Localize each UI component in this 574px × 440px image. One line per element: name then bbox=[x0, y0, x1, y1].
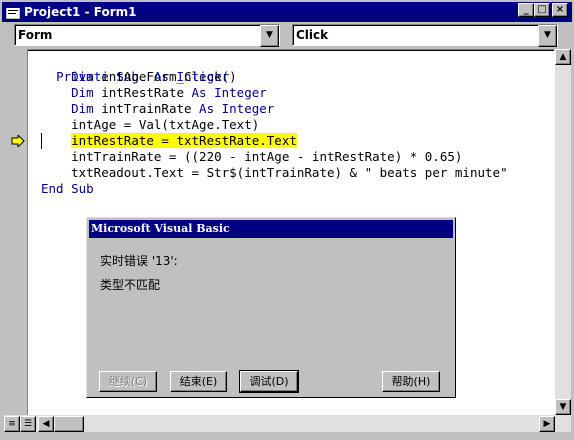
chevron-right-icon: ▶ bbox=[543, 419, 551, 429]
vertical-scrollbar[interactable] bbox=[555, 49, 571, 415]
code-line[interactable]: Dim intTrainRate As Integer bbox=[41, 101, 274, 117]
procedure-view-icon: ≡ bbox=[8, 419, 16, 429]
scroll-down-button[interactable]: ▼ bbox=[555, 399, 571, 415]
close-icon: × bbox=[555, 4, 565, 15]
procedure-combo-value: Click bbox=[296, 28, 329, 42]
keyword: As Integer bbox=[153, 69, 230, 84]
full-module-view-icon: ☰ bbox=[23, 419, 33, 429]
code-line[interactable]: End Sub bbox=[41, 181, 94, 197]
keyword: Dim bbox=[71, 69, 94, 84]
dialog-title[interactable]: Microsoft Visual Basic bbox=[89, 220, 453, 238]
chevron-down-icon[interactable]: ▼ bbox=[538, 25, 557, 47]
arrow-icon bbox=[11, 135, 25, 147]
chevron-left-icon: ◀ bbox=[42, 419, 50, 429]
keyword: End Sub bbox=[41, 181, 94, 196]
code-line[interactable]: Private Sub Form_Click() bbox=[41, 53, 237, 84]
vb-form-icon bbox=[6, 5, 20, 19]
maximize-button[interactable]: □ bbox=[534, 3, 550, 17]
error-message: 类型不匹配 bbox=[100, 278, 161, 292]
code-line-current[interactable]: intRestRate = txtRestRate.Text bbox=[41, 133, 297, 149]
help-button[interactable]: 帮助(H) bbox=[382, 371, 440, 392]
horizontal-scroll-thumb[interactable] bbox=[54, 416, 84, 432]
end-button[interactable]: 结束(E) bbox=[170, 371, 227, 392]
scroll-left-button[interactable]: ◀ bbox=[38, 416, 54, 432]
keyword: Dim bbox=[71, 101, 94, 116]
object-combo[interactable]: Form ▼ bbox=[14, 24, 280, 47]
code-line[interactable]: Dim intAge As Integer bbox=[41, 69, 229, 85]
keyword: As Integer bbox=[199, 101, 275, 116]
scroll-right-button[interactable]: ▶ bbox=[539, 416, 555, 432]
window-title: Project1 - Form1 bbox=[24, 5, 137, 19]
minimize-icon: _ bbox=[523, 4, 529, 15]
horizontal-scrollbar[interactable] bbox=[4, 415, 571, 432]
continue-button[interactable]: 继续(C) bbox=[99, 371, 157, 392]
margin-indicator-bar[interactable] bbox=[4, 49, 28, 415]
code-line[interactable]: txtReadout.Text = Str$(intTrainRate) & "… bbox=[41, 165, 508, 181]
scroll-up-button[interactable]: ▲ bbox=[555, 49, 571, 65]
chevron-down-icon: ▼ bbox=[559, 402, 567, 412]
keyword: Dim bbox=[71, 85, 94, 100]
debug-button[interactable]: 调试(D) bbox=[239, 370, 299, 393]
procedure-view-button[interactable]: ≡ bbox=[4, 416, 20, 432]
maximize-icon: □ bbox=[537, 4, 547, 15]
keyword: As Integer bbox=[191, 85, 267, 100]
error-code-text: 实时错误 '13': bbox=[100, 254, 178, 268]
procedure-combo[interactable]: Click ▼ bbox=[292, 24, 558, 47]
window-title-bar[interactable]: Project1 - Form1 bbox=[2, 2, 572, 22]
code-line[interactable]: Dim intRestRate As Integer bbox=[41, 85, 267, 101]
chevron-down-icon[interactable]: ▼ bbox=[260, 25, 279, 47]
code-line[interactable]: intTrainRate = ((220 - intAge - intRestR… bbox=[41, 149, 462, 165]
full-module-view-button[interactable]: ☰ bbox=[20, 416, 36, 432]
code-line[interactable]: intAge = Val(txtAge.Text) bbox=[41, 117, 259, 133]
minimize-button[interactable]: _ bbox=[518, 3, 534, 17]
highlighted-statement: intRestRate = txtRestRate.Text bbox=[71, 133, 297, 148]
close-button[interactable]: × bbox=[552, 3, 568, 17]
chevron-up-icon: ▲ bbox=[559, 52, 567, 62]
object-combo-value: Form bbox=[18, 28, 53, 42]
